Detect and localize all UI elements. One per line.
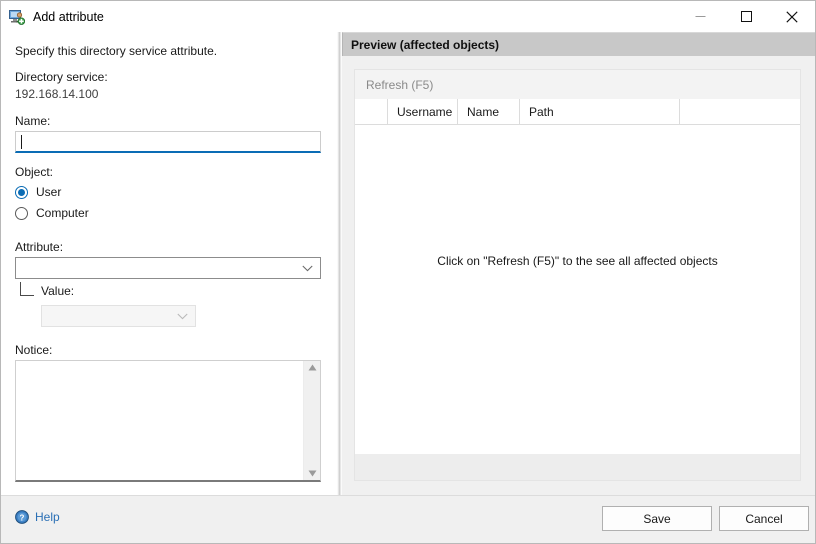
cancel-button-label: Cancel [745, 512, 782, 526]
table-footer-strip [355, 454, 800, 480]
empty-state-message: Click on "Refresh (F5)" to the see all a… [355, 253, 800, 270]
table-header-row: Username Name Path [355, 99, 800, 125]
save-button-label: Save [643, 512, 670, 526]
radio-user-indicator[interactable] [15, 186, 28, 199]
preview-pane-header: Preview (affected objects) [342, 32, 815, 56]
cancel-button[interactable]: Cancel [719, 506, 809, 531]
scroll-down-arrow-icon [308, 470, 317, 477]
preview-pane-body: Refresh (F5) Username Name Path Click on… [342, 56, 815, 495]
help-link[interactable]: ? Help [15, 510, 60, 524]
minimize-icon [695, 11, 706, 22]
maximize-button[interactable] [723, 1, 769, 32]
affected-objects-table: Refresh (F5) Username Name Path Click on… [354, 69, 801, 481]
radio-option-computer[interactable]: Computer [15, 203, 323, 223]
column-header-path[interactable]: Path [520, 99, 680, 125]
computer-user-add-icon [9, 9, 25, 25]
save-button[interactable]: Save [602, 506, 712, 531]
window-title: Add attribute [33, 10, 104, 24]
value-select[interactable] [41, 305, 196, 327]
notice-textarea-value[interactable] [16, 361, 303, 480]
name-label: Name: [15, 114, 323, 128]
table-body: Click on "Refresh (F5)" to the see all a… [355, 125, 800, 454]
refresh-toolbar: Refresh (F5) [355, 70, 800, 99]
attribute-form-pane: Specify this directory service attribute… [1, 32, 337, 495]
dialog-footer: ? Help Save Cancel [1, 495, 815, 543]
maximize-icon [741, 11, 752, 22]
object-label: Object: [15, 165, 323, 179]
refresh-button[interactable]: Refresh (F5) [366, 78, 433, 92]
notice-textarea[interactable] [15, 360, 321, 482]
close-button[interactable] [769, 1, 815, 32]
chevron-down-icon [302, 265, 313, 272]
add-attribute-dialog: Add attribute Specify [0, 0, 816, 544]
radio-computer-indicator[interactable] [15, 207, 28, 220]
column-header-extra[interactable] [680, 99, 800, 125]
chevron-down-icon [177, 313, 188, 320]
directory-service-label: Directory service: [15, 70, 323, 84]
svg-text:?: ? [20, 513, 25, 522]
column-header-name[interactable]: Name [458, 99, 520, 125]
name-input[interactable] [15, 131, 321, 153]
column-header-username[interactable]: Username [388, 99, 458, 125]
preview-pane: Preview (affected objects) Refresh (F5) … [342, 32, 815, 495]
minimize-button[interactable] [677, 1, 723, 32]
value-field-group: Value: [15, 284, 323, 298]
help-circle-icon: ? [15, 510, 29, 524]
dialog-content: Specify this directory service attribute… [1, 32, 815, 495]
form-hint: Specify this directory service attribute… [15, 44, 323, 58]
radio-option-user[interactable]: User [15, 182, 323, 202]
notice-label: Notice: [15, 343, 323, 357]
notice-scrollbar[interactable] [303, 361, 320, 480]
tree-elbow-icon [20, 282, 34, 296]
radio-computer-label: Computer [36, 206, 89, 220]
scroll-up-arrow-icon [308, 364, 317, 371]
directory-service-value: 192.168.14.100 [15, 87, 323, 101]
help-link-label: Help [35, 510, 60, 524]
close-icon [786, 11, 798, 23]
attribute-label: Attribute: [15, 240, 323, 254]
attribute-select[interactable] [15, 257, 321, 279]
column-header-select[interactable] [355, 99, 388, 125]
value-label: Value: [41, 284, 74, 298]
text-caret [21, 135, 22, 149]
title-bar: Add attribute [1, 1, 815, 32]
preview-pane-title: Preview (affected objects) [351, 38, 499, 52]
window-controls [677, 1, 815, 32]
radio-user-label: User [36, 185, 61, 199]
